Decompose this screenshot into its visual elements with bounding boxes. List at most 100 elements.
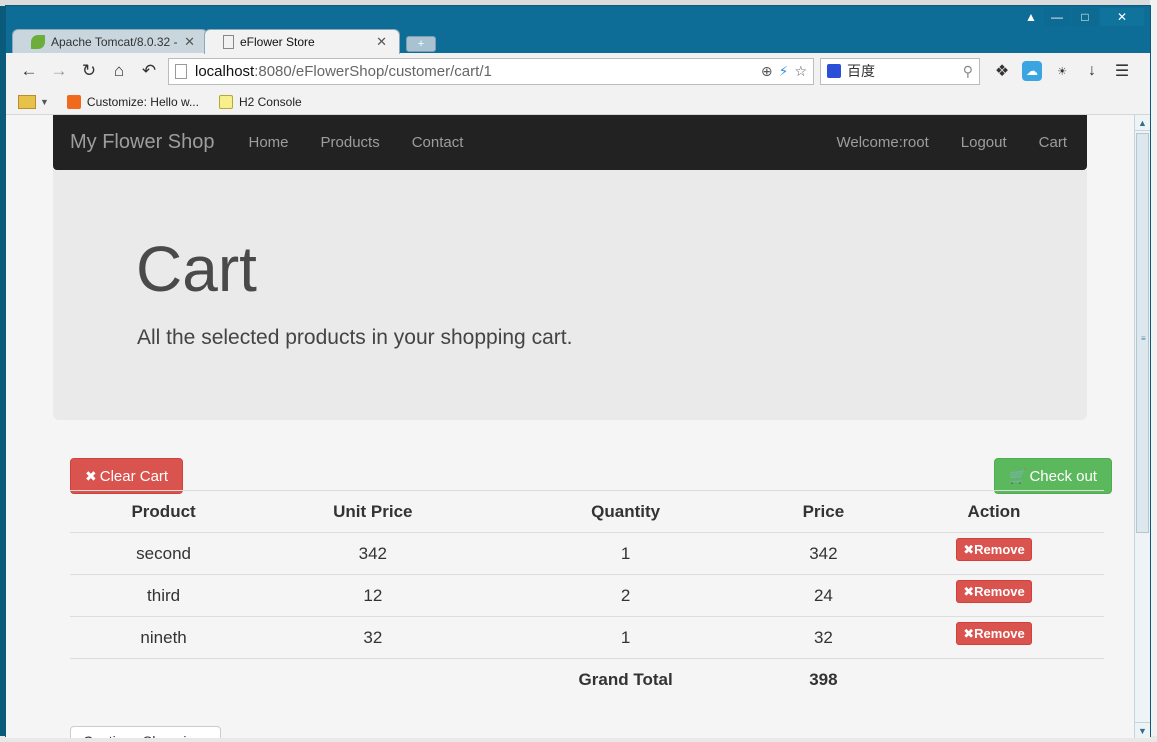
search-box[interactable]: 百度 ⚲: [820, 57, 980, 85]
brand-link[interactable]: My Flower Shop: [70, 131, 215, 154]
cell-action: ✖ Remove: [884, 574, 1104, 617]
scroll-up-icon[interactable]: ▲: [1135, 115, 1150, 131]
minimize-button[interactable]: —: [1044, 8, 1070, 26]
nav-contact[interactable]: Contact: [396, 134, 480, 151]
remove-icon: ✖: [963, 625, 975, 641]
desktop-background-right: [1150, 0, 1157, 742]
scroll-down-icon[interactable]: ▼: [1135, 722, 1150, 738]
bookmark-label: H2 Console: [238, 94, 302, 109]
undo-icon[interactable]: ↶: [134, 57, 164, 85]
nav-cart[interactable]: Cart: [1023, 134, 1083, 151]
forward-icon[interactable]: →: [44, 57, 74, 85]
close-tab-icon[interactable]: ✕: [184, 34, 195, 50]
empty-cell: [257, 658, 489, 701]
cell-quantity: 2: [488, 574, 763, 617]
cell-price: 342: [762, 532, 884, 575]
grip-icon: ≡: [1141, 334, 1146, 343]
tab-tomcat[interactable]: Apache Tomcat/8.0.32 - E ✕: [12, 29, 208, 54]
site-navbar: My Flower Shop Home Products Contact Wel…: [53, 115, 1087, 170]
puzzle-icon[interactable]: ❖: [992, 61, 1012, 81]
baidu-icon: [827, 64, 841, 78]
cell-quantity: 1: [488, 616, 763, 659]
cart-icon: 🛒: [1009, 467, 1027, 484]
vertical-scrollbar[interactable]: ▲ ≡ ▼: [1134, 115, 1150, 738]
leaf-icon: [31, 35, 45, 49]
empty-cell: [70, 658, 258, 701]
bookmark-favicon: [66, 94, 81, 109]
nav-welcome[interactable]: Welcome:root: [821, 134, 945, 151]
download-icon[interactable]: ↓: [1082, 61, 1102, 81]
temperature-icon[interactable]: ☀: [1052, 61, 1072, 81]
omnibox-icons: ⊕ ⚡ ☆: [761, 63, 807, 80]
page-icon: [175, 63, 187, 79]
search-icon[interactable]: ⚲: [963, 63, 973, 80]
star-icon[interactable]: ☆: [794, 63, 807, 80]
page-viewport: My Flower Shop Home Products Contact Wel…: [6, 115, 1134, 738]
grand-total-value: 398: [762, 658, 884, 701]
check-out-button[interactable]: 🛒 Check out: [994, 458, 1112, 494]
cell-product: third: [70, 574, 258, 617]
cell-unit-price: 342: [257, 532, 489, 575]
cell-product: second: [70, 532, 258, 575]
chevron-down-icon[interactable]: ▼: [40, 97, 49, 107]
remove-button[interactable]: ✖ Remove: [956, 538, 1032, 561]
extension-icons: ❖ ☁ ☀ ↓ ☰: [992, 61, 1132, 81]
remove-icon: ✖: [963, 583, 975, 599]
restore-button[interactable]: □: [1072, 8, 1098, 26]
window-controls: ▲ — □ ✕: [1020, 8, 1144, 26]
bookmark-h2-console[interactable]: H2 Console: [218, 94, 302, 109]
search-engine-label: 百度: [847, 63, 875, 79]
url-text[interactable]: localhost:8080/eFlowerShop/customer/cart…: [195, 63, 761, 80]
table-header-row: Product Unit Price Quantity Price Action: [70, 490, 1104, 533]
cell-quantity: 1: [488, 532, 763, 575]
menu-icon[interactable]: ☰: [1112, 61, 1132, 81]
tab-label: Apache Tomcat/8.0.32 - E: [51, 35, 179, 49]
address-bar[interactable]: localhost:8080/eFlowerShop/customer/cart…: [168, 57, 814, 85]
back-icon[interactable]: ←: [14, 57, 44, 85]
remove-button[interactable]: ✖ Remove: [956, 580, 1032, 603]
theme-icon[interactable]: ▲: [1020, 8, 1042, 26]
header-unit-price: Unit Price: [257, 490, 489, 533]
remove-label: Remove: [974, 626, 1025, 641]
reload-icon[interactable]: ↻: [74, 57, 104, 85]
remove-label: Remove: [974, 584, 1025, 599]
nav-home[interactable]: Home: [233, 134, 305, 151]
page-icon: [223, 35, 234, 49]
bookmark-folder-icon[interactable]: [18, 94, 36, 109]
jumbotron: Cart All the selected products in your s…: [53, 170, 1087, 420]
browser-toolbar: ← → ↻ ⌂ ↶ localhost:8080/eFlowerShop/cus…: [6, 53, 1150, 89]
grand-total-row: Grand Total 398: [70, 658, 1104, 701]
nav-logout[interactable]: Logout: [945, 134, 1023, 151]
bookmark-customize[interactable]: Customize: Hello w...: [66, 94, 199, 109]
new-tab-button[interactable]: +: [406, 36, 436, 52]
close-window-button[interactable]: ✕: [1100, 8, 1144, 26]
cell-price: 32: [762, 616, 884, 659]
table-row: third 12 2 24 ✖ Remove: [70, 574, 1104, 617]
header-action: Action: [884, 490, 1104, 533]
home-icon[interactable]: ⌂: [104, 57, 134, 85]
table-row: nineth 32 1 32 ✖ Remove: [70, 616, 1104, 659]
cell-action: ✖ Remove: [884, 532, 1104, 575]
nav-products[interactable]: Products: [305, 134, 396, 151]
browser-window: ▲ — □ ✕ Apache Tomcat/8.0.32 - E ✕ eFlow…: [5, 5, 1151, 738]
bookmark-label: Customize: Hello w...: [86, 94, 199, 109]
lightning-icon[interactable]: ⚡: [779, 63, 789, 80]
tab-eflower-store[interactable]: eFlower Store ✕: [204, 29, 400, 54]
continue-shopping-button[interactable]: Continue Shopping: [70, 726, 221, 738]
cell-unit-price: 12: [257, 574, 489, 617]
table-row: second 342 1 342 ✖ Remove: [70, 532, 1104, 575]
weather-icon[interactable]: ☁: [1022, 61, 1042, 81]
header-product: Product: [70, 490, 258, 533]
header-quantity: Quantity: [488, 490, 763, 533]
remove-icon: ✖: [963, 541, 975, 557]
scrollbar-thumb[interactable]: ≡: [1136, 133, 1149, 533]
tab-strip: Apache Tomcat/8.0.32 - E ✕ eFlower Store…: [12, 27, 436, 54]
cell-product: nineth: [70, 616, 258, 659]
zoom-icon[interactable]: ⊕: [761, 63, 773, 80]
remove-button[interactable]: ✖ Remove: [956, 622, 1032, 645]
close-tab-icon[interactable]: ✕: [376, 34, 387, 50]
clear-cart-button[interactable]: ✖ Clear Cart: [70, 458, 184, 494]
cart-table: Product Unit Price Quantity Price Action…: [70, 490, 1104, 701]
remove-label: Remove: [974, 542, 1025, 557]
tab-label: eFlower Store: [240, 35, 315, 49]
